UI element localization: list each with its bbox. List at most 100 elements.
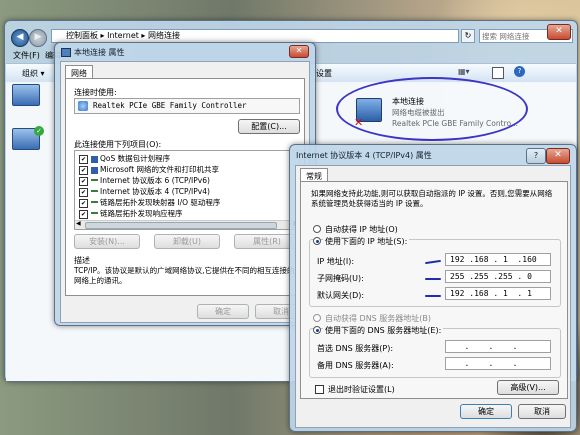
subnet-mask-field[interactable]: 255 .255 .255 . 0 [445,270,551,283]
view-options-icon[interactable]: ▦▾ [458,67,478,78]
breadcrumb-item[interactable]: 网络连接 [148,31,180,40]
protocol-icon [91,189,98,195]
list-item-label: QoS 数据包计划程序 [100,154,171,163]
tab-label: 常规 [306,172,322,181]
connected-check-icon: ✓ [34,126,44,136]
default-gateway-field[interactable]: 192 .168 . 1 . 1 [445,287,551,300]
manual-dns-radio[interactable] [313,326,321,334]
back-button[interactable]: ◀ [11,29,29,47]
list-item[interactable]: ✔ 链路层拓扑发现响应程序 [79,209,183,219]
explorer-close-button[interactable]: ✕ [547,24,571,40]
close-icon: ✕ [295,46,303,55]
description-group: 描述 TCP/IP。该协议是默认的广域网络协议,它提供在不同的相互连接的网络上的… [74,255,300,293]
auto-ip-label[interactable]: 自动获得 IP 地址(O) [325,224,398,235]
refresh-icon: ↻ [464,31,472,40]
description-text: TCP/IP。该协议是默认的广域网络协议,它提供在不同的相互连接的网络上的通讯。 [74,266,295,285]
advanced-button[interactable]: 高级(V)... [497,380,559,395]
checkbox[interactable]: ✔ [79,187,88,197]
close-icon: ✕ [554,150,562,160]
ok-button[interactable]: 确定 [197,304,249,319]
auto-dns-radio[interactable] [313,314,321,322]
scroll-thumb[interactable] [85,222,277,229]
adapter-name-text: Realtek PCIe GBE Family Controller [93,101,247,110]
list-item[interactable]: ✔ Internet 协议版本 4 (TCP/IPv4) [79,187,210,197]
install-button[interactable]: 安装(N)... [74,234,140,249]
tab-panel: 连接时使用: Realtek PCIe GBE Family Controlle… [65,78,305,296]
validate-label[interactable]: 退出时验证设置(L) [328,384,395,395]
dialog-close-button[interactable]: ✕ [289,45,309,58]
list-item-label: 链路层拓扑发现响应程序 [100,209,183,218]
list-item[interactable]: ✔ QoS 数据包计划程序 [79,154,170,164]
ip-address-label: IP 地址(I): [317,257,355,266]
list-item[interactable]: ✔ Microsoft 网络的文件和打印机共享 [79,165,219,175]
dialog-close-button[interactable]: ✕ [546,148,570,164]
settings-button[interactable]: 设置 [316,68,332,79]
refresh-button[interactable]: ↻ [461,29,475,43]
list-item[interactable]: ✔ 链路层拓扑发现映射器 I/O 驱动程序 [79,198,220,208]
manual-dns-label[interactable]: 使用下面的 DNS 服务器地址(E): [323,325,444,336]
dialog-client: 网络 连接时使用: Realtek PCIe GBE Family Contro… [60,61,310,323]
address-bar[interactable]: 控制面板 ▸ Internet ▸ 网络连接 [51,29,459,43]
organize-label: 组织 [22,69,38,78]
help-icon[interactable]: ? [514,66,525,77]
protocol-icon [91,200,98,206]
protocol-icon [91,178,98,184]
left-adapter-icon [12,84,40,106]
chevron-down-icon: ▾ [40,69,45,78]
preferred-dns-field[interactable]: . . . [445,340,551,353]
uninstall-button[interactable]: 卸载(U) [154,234,220,249]
ok-button[interactable]: 确定 [460,404,512,419]
ipv4-properties-dialog: Internet 协议版本 4 (TCP/IPv4) 属性 ? ✕ 常规 如果网… [289,144,577,432]
description-title: 描述 [74,256,90,265]
checkbox[interactable]: ✔ [79,176,88,186]
back-arrow-icon: ◀ [16,32,24,42]
network-icon [61,48,71,57]
validate-checkbox[interactable] [315,385,324,394]
adapter-name-field: Realtek PCIe GBE Family Controller [74,98,300,114]
annotation-mark [425,295,441,297]
intro-text: 如果网络支持此功能,则可以获取自动指派的 IP 设置。否则,您需要从网络系统管理… [311,189,553,208]
preview-pane-icon[interactable] [492,67,504,79]
tab-panel: 如果网络支持此功能,则可以获取自动指派的 IP 设置。否则,您需要从网络系统管理… [300,181,568,399]
checkbox[interactable]: ✔ [79,165,88,175]
configure-button[interactable]: 配置(C)... [238,119,300,134]
ip-address-field[interactable]: 192 .168 . 1 .160 [445,253,551,266]
list-item-label: Internet 协议版本 6 (TCP/IPv6) [100,176,210,185]
forward-button[interactable]: ▶ [29,29,47,47]
auto-dns-label[interactable]: 自动获得 DNS 服务器地址(B) [325,313,431,324]
forward-arrow-icon: ▶ [34,32,42,42]
tab-general[interactable]: 常规 [300,168,328,182]
dialog-title: 本地连接 属性 [61,47,125,58]
manual-ip-label[interactable]: 使用下面的 IP 地址(S): [323,236,410,247]
auto-ip-radio[interactable] [313,225,321,233]
scroll-left-icon[interactable]: ◀ [76,220,81,227]
components-list: ✔ QoS 数据包计划程序 ✔ Microsoft 网络的文件和打印机共享 ✔ Int… [74,150,300,230]
breadcrumb-item[interactable]: 控制面板 [66,31,98,40]
alternate-dns-field[interactable]: . . . [445,357,551,370]
annotation-mark [425,278,441,280]
checkbox[interactable]: ✔ [79,198,88,208]
help-icon: ? [533,151,539,160]
horizontal-scrollbar[interactable]: ◀ ▶ [75,220,299,229]
list-item[interactable]: ✔ Internet 协议版本 6 (TCP/IPv6) [79,176,210,186]
breadcrumb-item[interactable]: Internet [107,31,139,40]
alternate-dns-label: 备用 DNS 服务器(A): [317,361,394,370]
tab-network[interactable]: 网络 [65,65,93,79]
dialog-title: Internet 协议版本 4 (TCP/IPv4) 属性 [296,151,432,160]
manual-ip-radio[interactable] [313,237,321,245]
close-icon: ✕ [555,26,563,36]
checkbox[interactable]: ✔ [79,154,88,164]
help-button[interactable]: ? [526,148,546,164]
checkbox[interactable]: ✔ [79,209,88,219]
annotation-circle [336,77,528,141]
organize-button[interactable]: 组织 ▾ [22,68,45,79]
dialog-title-text: 本地连接 属性 [74,48,125,57]
list-item-label: Internet 协议版本 4 (TCP/IPv4) [100,187,210,196]
menu-file[interactable]: 文件(F) [13,50,40,61]
tab-label: 网络 [71,69,87,78]
connect-using-label: 连接时使用: [74,88,117,97]
cancel-button[interactable]: 取消 [518,404,566,419]
protocol-icon [91,211,98,217]
dialog-client: 常规 如果网络支持此功能,则可以获取自动指派的 IP 设置。否则,您需要从网络系… [295,165,571,428]
qos-icon [91,155,98,163]
